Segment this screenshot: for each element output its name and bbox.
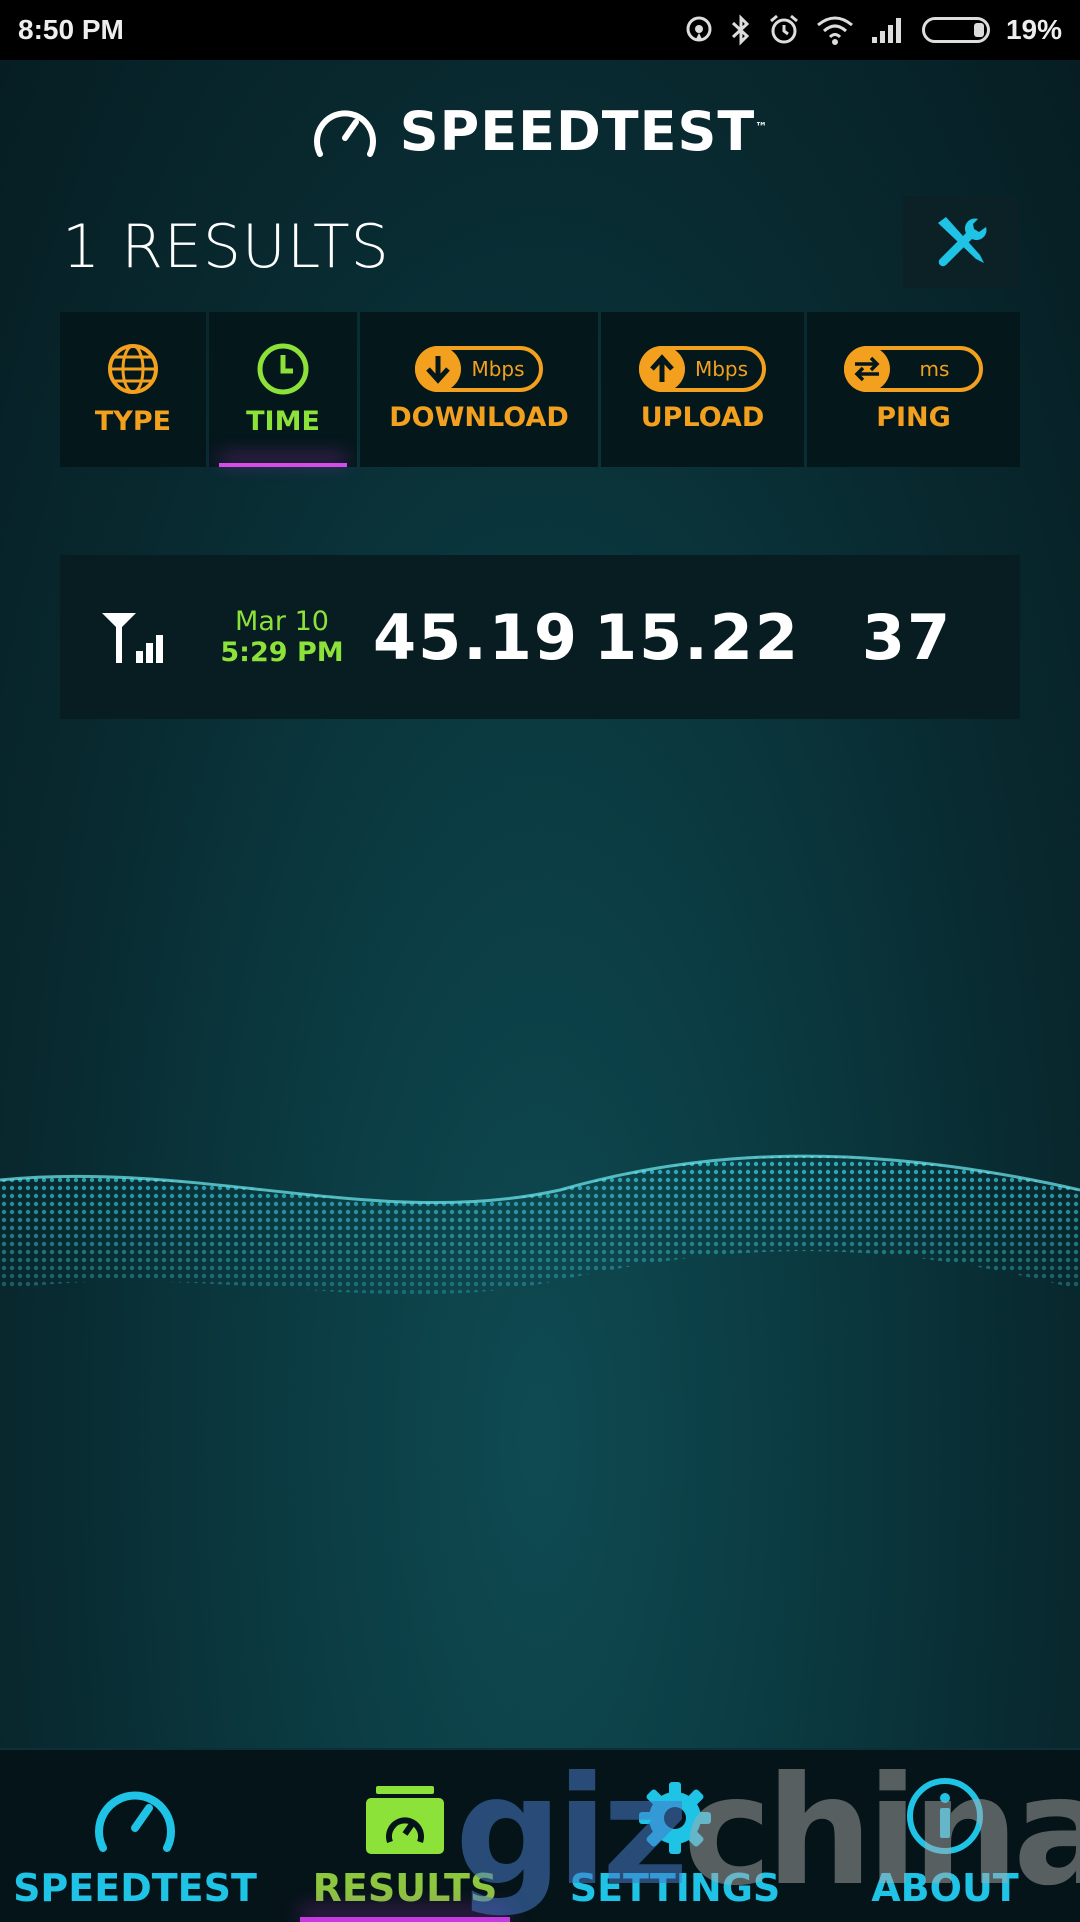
column-upload-label: UPLOAD [640,402,765,433]
download-unit: Mbps [471,357,525,381]
cellular-icon [102,613,163,663]
result-date: Mar 10 [235,606,329,637]
upload-unit-pill: Mbps [638,346,767,392]
ping-unit: ms [919,357,950,381]
speedometer-icon [313,109,376,157]
status-time: 8:50 PM [18,14,124,45]
battery-icon [921,17,990,43]
ping-arrows-icon [843,346,890,392]
app-header: SPEEDTEST™ [0,100,1080,163]
upload-unit: Mbps [694,357,749,381]
tools-button[interactable] [903,196,1019,288]
column-download[interactable]: Mbps DOWNLOAD [360,312,598,467]
column-header-bar: TYPE TIME Mbps DOWNLOAD Mbps UPLOAD ms P… [60,312,1020,467]
tools-icon [938,217,987,267]
globe-icon [108,344,158,394]
hotspot-icon [686,16,712,42]
upload-value: 15.22 [593,600,801,674]
column-ping[interactable]: ms PING [807,312,1020,467]
result-time: 5:29 PM [220,637,344,668]
ping-unit-pill: ms [843,346,984,392]
nav-speedtest[interactable]: SPEEDTEST [0,1750,270,1922]
result-row[interactable]: Mar 10 5:29 PM 45.19 15.22 37 [60,555,1020,719]
column-upload[interactable]: Mbps UPLOAD [601,312,804,467]
results-count: 1 RESULTS [62,212,390,282]
speedometer-icon [95,1791,175,1852]
column-time[interactable]: TIME [209,312,357,467]
status-icons: 19% [684,14,1062,46]
download-value: 45.19 [372,600,580,674]
date-time-cell: Mar 10 5:29 PM [206,606,358,668]
signal-icon [871,18,901,43]
column-ping-label: PING [876,402,951,433]
alarm-icon [769,14,798,44]
column-type-label: TYPE [94,406,172,437]
download-unit-pill: Mbps [415,346,543,392]
results-folder-icon [366,1786,444,1854]
nav-speedtest-label: SPEEDTEST [13,1866,257,1910]
status-bar: 8:50 PM 19% [0,0,1080,60]
wifi-icon [817,16,853,45]
connection-type-cell [60,609,206,665]
column-time-label: TIME [246,406,320,437]
column-download-label: DOWNLOAD [389,402,569,433]
particle-wave-graphic [0,1154,1080,1295]
battery-percent: 19% [1005,14,1062,45]
bluetooth-icon [731,14,750,46]
clock-icon [257,343,309,395]
upload-arrow-icon [638,346,685,392]
column-type[interactable]: TYPE [60,312,206,467]
gizchina-watermark: gizchina [455,1745,1080,1919]
ping-value: 37 [861,600,953,674]
app-title: SPEEDTEST™ [399,100,769,163]
download-arrow-icon [415,346,462,392]
